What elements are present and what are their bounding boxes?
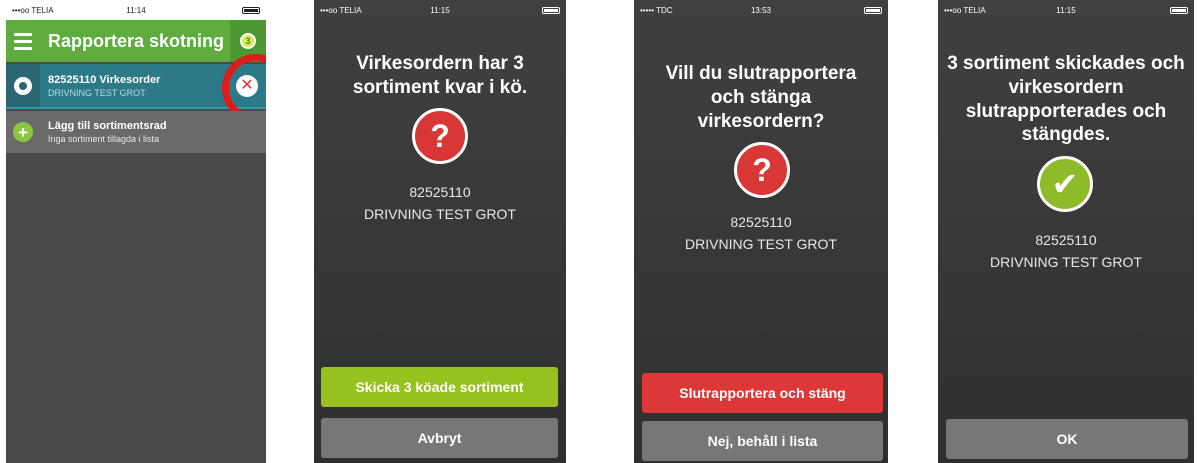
checkmark-icon: ✔ [1037, 156, 1093, 212]
clock-label: 11:14 [126, 5, 146, 15]
finalize-close-button[interactable]: Slutrapportera och stäng [642, 373, 883, 413]
dialog-message: Vill du slutrapportera och stänga virkes… [665, 63, 857, 132]
send-queued-button[interactable]: Skicka 3 köade sortiment [321, 367, 558, 407]
dialog-message: 3 sortiment skickades och virkesordern s… [947, 53, 1185, 146]
keep-in-list-button[interactable]: Nej, behåll i lista [642, 421, 883, 461]
hamburger-menu-icon[interactable] [6, 20, 40, 62]
list-item-add-sortiment[interactable]: + Lägg till sortimentsrad Inga sortiment… [6, 111, 266, 153]
order-name: DRIVNING TEST GROT [685, 236, 837, 252]
carrier-label: •••oo TELIA [944, 5, 986, 15]
phone-queued-dialog: •••oo TELIA 11:15 Virkesordern har 3 sor… [314, 0, 566, 463]
order-name: DRIVNING TEST GROT [990, 254, 1142, 270]
clock-label: 11:15 [1056, 5, 1076, 15]
page-title: Rapportera skotning [48, 30, 225, 51]
status-bar: •••oo TELIA 11:15 [314, 0, 566, 20]
gear-icon [14, 76, 32, 95]
status-bar: •••oo TELIA 11:14 [6, 0, 266, 20]
status-bar: ••••• TDC 13:53 [634, 0, 888, 20]
status-bar: •••oo TELIA 11:15 [938, 0, 1194, 20]
add-row-title: Lägg till sortimentsrad [48, 120, 167, 132]
battery-icon [177, 6, 261, 14]
order-name: DRIVNING TEST GROT [364, 206, 516, 222]
carrier-label: ••••• TDC [640, 5, 673, 15]
carrier-label: •••oo TELIA [320, 5, 362, 15]
order-number: 82525110 [409, 184, 471, 200]
phone-rapportera-skotning: •••oo TELIA 11:14 Rapportera skotning 3 … [6, 0, 266, 463]
ok-button[interactable]: OK [946, 419, 1188, 459]
add-row-subtitle: Inga sortiment tillagda i lista [48, 134, 160, 144]
order-number: 82525110 [1035, 232, 1097, 248]
order-subtitle: DRIVNING TEST GROT [48, 87, 146, 98]
battery-icon [801, 6, 883, 14]
dialog-message: Virkesordern har 3 sortiment kvar i kö. [352, 53, 528, 98]
question-icon: ? [412, 108, 468, 164]
question-icon: ? [734, 142, 790, 198]
phone-success-dialog: •••oo TELIA 11:15 3 sortiment skickades … [938, 0, 1194, 463]
order-number: 82525110 [730, 214, 792, 230]
settings-gear-button[interactable] [6, 64, 40, 107]
queue-count: 3 [240, 33, 256, 49]
plus-icon: + [13, 122, 33, 142]
phone-confirm-dialog: ••••• TDC 13:53 Vill du slutrapportera o… [634, 0, 888, 463]
battery-icon [1107, 6, 1188, 14]
clock-label: 11:15 [430, 5, 450, 15]
cancel-button[interactable]: Avbryt [321, 418, 558, 458]
clock-label: 13:53 [750, 5, 772, 15]
carrier-label: •••oo TELIA [12, 5, 54, 15]
battery-icon [480, 6, 560, 14]
order-title: 82525110 Virkesorder [48, 73, 161, 86]
app-header: Rapportera skotning 3 [6, 20, 266, 62]
